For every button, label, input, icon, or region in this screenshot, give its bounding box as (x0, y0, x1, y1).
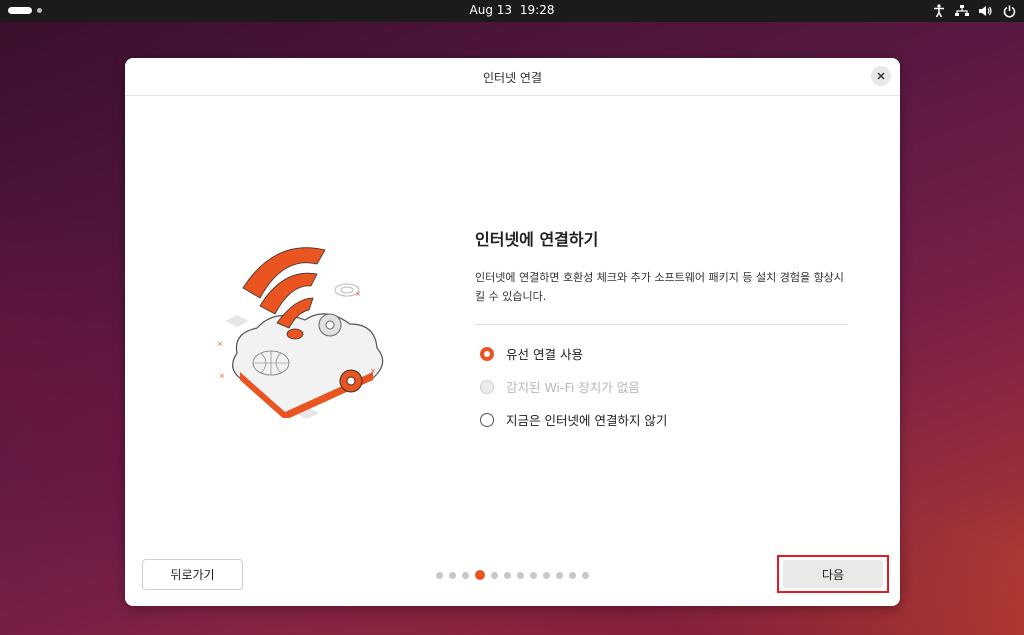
progress-dot (449, 571, 456, 579)
top-bar: Aug 13 19:28 (0, 0, 1024, 22)
option-wifi-unavailable: 감지된 Wi-Fi 장치가 없음 (475, 370, 848, 403)
progress-dot (462, 571, 469, 579)
system-tray[interactable] (933, 2, 1016, 20)
option-label: 감지된 Wi-Fi 장치가 없음 (506, 380, 640, 395)
svg-text:×: × (217, 340, 223, 348)
progress-dot (517, 571, 524, 579)
radio-checked[interactable] (480, 346, 494, 361)
progress-dot (436, 571, 443, 579)
progress-dot (504, 571, 511, 579)
next-button-highlight: 다음 (777, 555, 889, 593)
option-no-connection[interactable]: 지금은 인터넷에 연결하지 않기 (475, 403, 848, 436)
progress-dot-current (475, 570, 485, 580)
power-icon[interactable] (1003, 5, 1016, 18)
network-illustration: × × × × (217, 247, 384, 418)
divider (475, 324, 848, 325)
radio-unchecked[interactable] (480, 412, 494, 427)
progress-dot (582, 571, 589, 579)
clock-date: Aug 13 (469, 3, 513, 17)
progress-dot (543, 571, 550, 579)
progress-dot (530, 571, 537, 579)
next-button[interactable]: 다음 (783, 560, 883, 588)
progress-dot (556, 571, 563, 579)
svg-text:×: × (370, 367, 376, 375)
network-icon[interactable] (955, 5, 969, 17)
svg-text:×: × (219, 372, 225, 380)
radio-disabled (480, 379, 494, 394)
page-heading: 인터넷에 연결하기 (475, 230, 599, 249)
progress-dot (491, 571, 498, 579)
internet-connection-dialog: 인터넷 연결 × × × × 인터넷에 연결하기 인터넷에 연결하면 호환성 체… (125, 58, 900, 606)
close-icon (877, 72, 885, 80)
close-button[interactable] (871, 66, 891, 86)
volume-icon[interactable] (979, 5, 993, 17)
option-label: 유선 연결 사용 (506, 347, 583, 362)
accessibility-icon[interactable] (933, 4, 945, 18)
dialog-titlebar: 인터넷 연결 (125, 58, 900, 96)
progress-dots (436, 570, 589, 580)
option-wired-connection[interactable]: 유선 연결 사용 (475, 337, 848, 370)
connection-options-panel: 인터넷에 연결하기 인터넷에 연결하면 호환성 체크와 추가 소프트웨어 패키지… (475, 226, 848, 436)
back-button[interactable]: 뒤로가기 (142, 559, 243, 590)
clock-time: 19:28 (519, 3, 555, 17)
page-description: 인터넷에 연결하면 호환성 체크와 추가 소프트웨어 패키지 등 설치 경험을 … (475, 271, 844, 303)
dialog-title: 인터넷 연결 (482, 71, 542, 85)
svg-text:×: × (355, 290, 361, 298)
option-label: 지금은 인터넷에 연결하지 않기 (506, 413, 668, 428)
progress-dot (569, 571, 576, 579)
clock[interactable]: Aug 13 19:28 (0, 3, 1024, 17)
